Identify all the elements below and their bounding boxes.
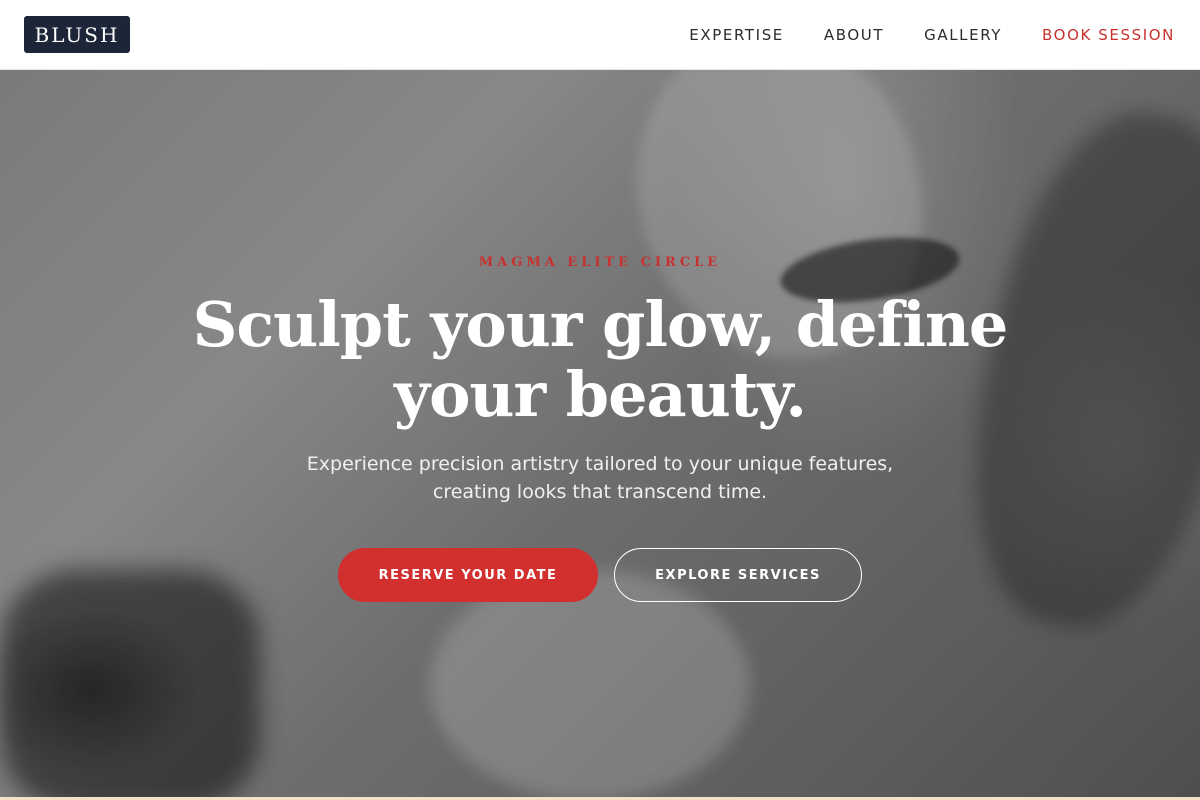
reserve-date-button[interactable]: RESERVE YOUR DATE <box>338 548 598 602</box>
explore-services-button[interactable]: EXPLORE SERVICES <box>614 548 862 602</box>
hero-section: MAGMA ELITE CIRCLE Sculpt your glow, def… <box>0 70 1200 800</box>
nav-link-book-session[interactable]: BOOK SESSION <box>1042 26 1175 44</box>
nav-link-about[interactable]: ABOUT <box>824 26 884 44</box>
nav-link-expertise[interactable]: EXPERTISE <box>689 26 784 44</box>
hero-subtitle: Experience precision artistry tailored t… <box>306 453 894 503</box>
nav-link-gallery[interactable]: GALLERY <box>924 26 1002 44</box>
hero-buttons: RESERVE YOUR DATE EXPLORE SERVICES <box>338 548 862 602</box>
hero-content: MAGMA ELITE CIRCLE Sculpt your glow, def… <box>0 70 1200 602</box>
hero-title: Sculpt your glow, define your beauty. <box>192 288 1009 431</box>
brand-logo[interactable]: BLUSH <box>24 16 130 53</box>
main-nav: EXPERTISE ABOUT GALLERY BOOK SESSION <box>689 26 1175 44</box>
site-header: BLUSH EXPERTISE ABOUT GALLERY BOOK SESSI… <box>0 0 1200 70</box>
hero-eyebrow: MAGMA ELITE CIRCLE <box>478 255 722 270</box>
